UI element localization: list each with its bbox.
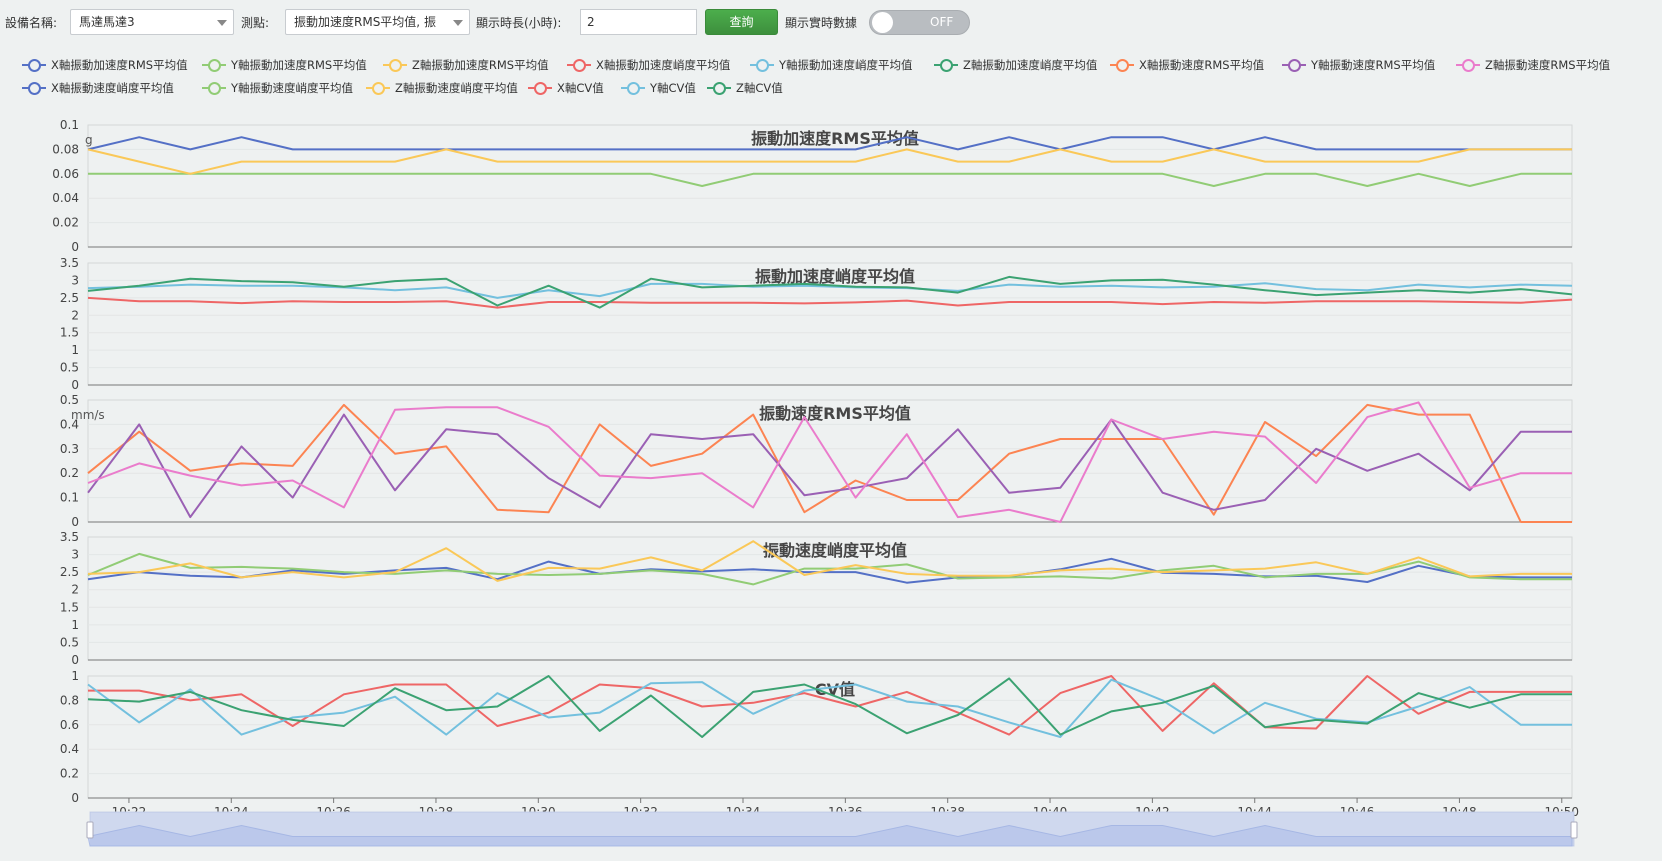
y-tick-label: 0.4 — [60, 742, 79, 756]
y-tick-label: 2.5 — [60, 291, 79, 305]
y-tick-label: 1 — [71, 618, 79, 632]
y-tick-label: 1 — [71, 343, 79, 357]
y-tick-label: 0 — [71, 653, 79, 667]
y-tick-label: 0.1 — [60, 118, 79, 132]
y-tick-label: 3.5 — [60, 256, 79, 270]
y-tick-label: 2.5 — [60, 565, 79, 579]
unit-label: g — [85, 133, 93, 147]
y-tick-label: 0 — [71, 240, 79, 254]
y-tick-label: 2 — [71, 583, 79, 597]
y-tick-label: 0.8 — [60, 693, 79, 707]
y-tick-label: 0.2 — [60, 767, 79, 781]
panel-title: 振動速度峭度平均值 — [763, 541, 907, 560]
series-line — [87, 413, 1572, 519]
multi-panel-line-chart: 00.020.040.060.080.1g 振動加速度RMS平均值00.511.5… — [52, 118, 1579, 847]
series-line — [87, 148, 1572, 175]
y-tick-label: 0.08 — [52, 142, 79, 156]
unit-label: mm/s — [71, 408, 105, 422]
y-tick-label: 0.6 — [60, 718, 79, 732]
y-tick-label: 2 — [71, 308, 79, 322]
y-tick-label: 0.2 — [60, 466, 79, 480]
y-tick-label: 0.06 — [52, 167, 79, 181]
datazoom-window — [90, 812, 1574, 846]
y-tick-label: 1.5 — [60, 326, 79, 340]
y-tick-label: 0.04 — [52, 191, 79, 205]
panel-title: 振動加速度峭度平均值 — [755, 267, 915, 286]
y-tick-label: 0 — [71, 515, 79, 529]
y-tick-label: 3 — [71, 548, 79, 562]
y-tick-label: 0 — [71, 791, 79, 805]
y-tick-label: 0.5 — [60, 635, 79, 649]
datazoom-handle-right — [1570, 821, 1578, 839]
y-tick-label: 0 — [71, 378, 79, 392]
panel-title: 振動加速度RMS平均值 — [751, 129, 919, 148]
series-line — [87, 678, 1572, 738]
y-tick-label: 1 — [71, 669, 79, 683]
y-tick-label: 0.02 — [52, 216, 79, 230]
series-line — [88, 172, 1572, 187]
y-tick-label: 1.5 — [60, 600, 79, 614]
y-tick-label: 3 — [71, 273, 79, 287]
y-tick-label: 0.5 — [60, 393, 79, 407]
panel-title: 振動速度RMS平均值 — [759, 404, 911, 423]
y-tick-label: 0.5 — [60, 361, 79, 375]
series-line — [87, 296, 1573, 309]
y-tick-label: 3.5 — [60, 530, 79, 544]
y-tick-label: 0.1 — [60, 491, 79, 505]
datazoom-handle-left — [86, 821, 94, 839]
y-tick-label: 0.3 — [60, 442, 79, 456]
